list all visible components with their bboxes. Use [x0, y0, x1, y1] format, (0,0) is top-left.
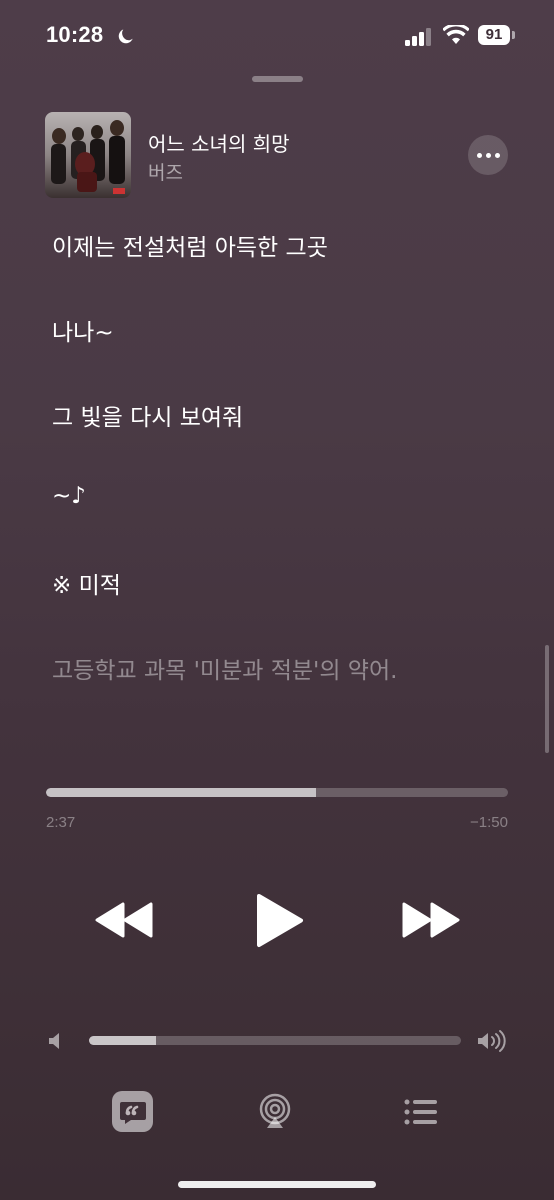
volume-slider[interactable]	[89, 1036, 461, 1045]
battery-nub	[512, 31, 515, 39]
moon-icon	[118, 29, 133, 44]
speaker-low-icon	[49, 1033, 59, 1049]
elapsed-time: 2:37	[46, 814, 76, 831]
lyric-line[interactable]: 그 빛을 다시 보여줘	[52, 398, 243, 432]
artist-name[interactable]: 버즈	[148, 158, 183, 185]
queue-list-icon[interactable]	[404, 1098, 438, 1126]
volume-fill	[89, 1036, 156, 1045]
album-artwork[interactable]	[45, 112, 131, 198]
battery-indicator: 91	[478, 25, 516, 47]
status-time: 10:28	[46, 22, 104, 47]
airplay-audio-icon[interactable]	[257, 1093, 293, 1129]
home-indicator[interactable]	[178, 1181, 376, 1188]
speaker-high-icon	[478, 1030, 506, 1052]
progress-fill	[46, 788, 317, 797]
ellipsis-icon	[494, 152, 500, 158]
scroll-indicator[interactable]	[545, 645, 549, 753]
lyric-line[interactable]: 나나~	[52, 313, 114, 347]
ellipsis-icon	[476, 152, 482, 158]
lyric-line[interactable]: 고등학교 과목 '미분과 적분'의 약어.	[52, 651, 397, 685]
song-title: 어느 소녀의 희망	[148, 132, 290, 156]
lyrics-button[interactable]	[112, 1091, 153, 1132]
rewind-icon[interactable]	[95, 900, 157, 940]
lyric-line[interactable]: 이제는 전설처럼 아득한 그곳	[52, 228, 328, 262]
remaining-time: −1:50	[470, 814, 508, 831]
sheet-grabber[interactable]	[252, 76, 303, 82]
lyric-line[interactable]: ~♪	[52, 483, 86, 509]
wifi-icon	[443, 25, 469, 44]
more-options-button[interactable]	[468, 135, 508, 175]
lyric-line[interactable]: ※ 미적	[52, 566, 121, 600]
ellipsis-icon	[485, 152, 491, 158]
fast-forward-icon[interactable]	[398, 900, 460, 940]
playback-progress-bar[interactable]	[46, 788, 508, 797]
cellular-signal-icon	[405, 28, 431, 46]
play-icon[interactable]	[255, 893, 305, 948]
battery-level: 91	[478, 25, 510, 45]
lyrics-quote-icon	[119, 1101, 146, 1124]
